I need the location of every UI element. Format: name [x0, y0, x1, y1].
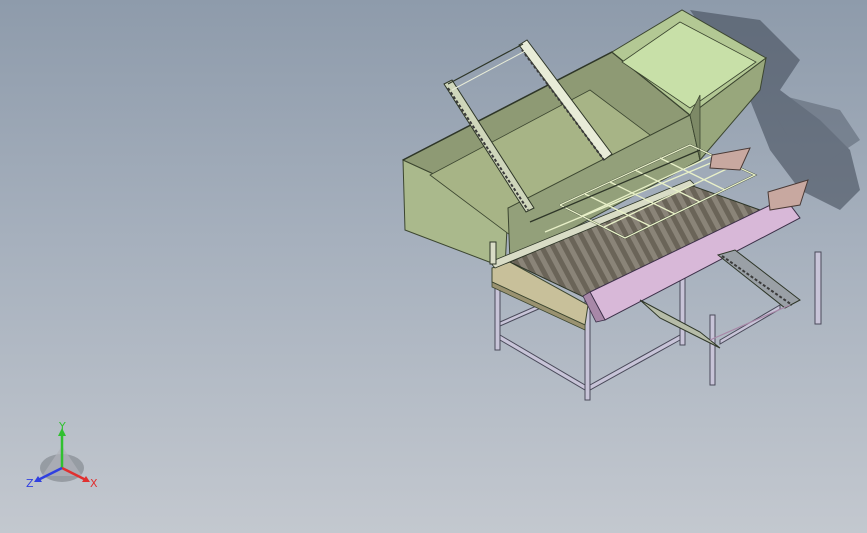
discharge-chain	[721, 255, 793, 306]
cad-viewport[interactable]: Y X Z	[0, 0, 867, 533]
flap-2	[767, 179, 809, 211]
z-axis-label: Z	[26, 477, 34, 490]
rail-crossbar-2	[451, 49, 528, 91]
discharge-rod	[709, 304, 791, 341]
axis-triad[interactable]: Y X Z	[24, 420, 104, 492]
corner-bracket	[489, 241, 497, 265]
discharge-belt	[716, 249, 801, 309]
leg-far-right	[814, 251, 822, 325]
machine-model[interactable]	[0, 0, 867, 533]
rail-crossbar	[447, 43, 524, 85]
leg-back-mid	[709, 314, 716, 386]
frame-bottom-rail-2	[589, 334, 681, 391]
frame-back-rail	[719, 304, 781, 345]
x-axis-label: X	[90, 477, 98, 490]
frame-bottom-rail	[499, 334, 586, 391]
flap-1	[709, 147, 751, 171]
y-axis-label: Y	[58, 420, 66, 433]
